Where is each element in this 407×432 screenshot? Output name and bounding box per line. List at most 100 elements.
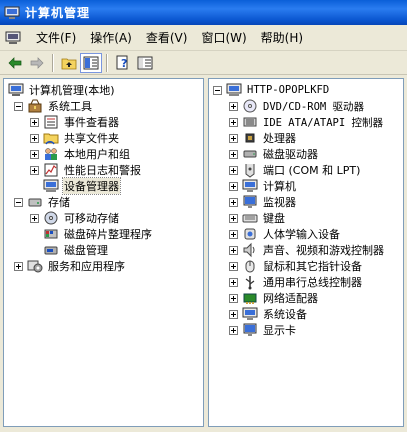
device-category-usb[interactable]: 通用串行总线控制器 [229,274,363,290]
device-category-keyboards[interactable]: 键盘 [229,210,286,226]
device-label: 监视器 [263,196,296,209]
device-label: 系统设备 [263,308,307,321]
disk-drive-icon [243,150,257,158]
device-category-monitors[interactable]: 监视器 [229,194,297,210]
menu-view[interactable]: 查看(V) [139,28,195,48]
keyboard-icon [242,214,258,223]
collapse-toggle[interactable] [14,197,23,207]
expand-toggle[interactable] [229,181,238,191]
device-root[interactable]: HTTP-OPOPLKFD [213,82,330,98]
expand-toggle[interactable] [14,261,23,271]
collapse-toggle[interactable] [213,85,222,95]
help-button[interactable]: ? [112,53,134,73]
expand-toggle[interactable] [229,197,238,207]
show-hide-tree-button[interactable] [80,52,102,73]
menu-action[interactable]: 操作(A) [83,28,139,48]
sound-icon [243,242,255,258]
expand-toggle[interactable] [229,293,238,303]
tree-item-shared-folders[interactable]: 共享文件夹 [30,130,120,146]
expand-toggle[interactable] [30,149,39,159]
expand-toggle[interactable] [30,165,39,175]
expand-toggle[interactable] [229,149,238,159]
tree-item-root[interactable]: 计算机管理(本地) [8,82,116,98]
mdi-window-icon[interactable] [5,30,21,46]
expand-toggle[interactable] [229,245,238,255]
device-category-dvd[interactable]: DVD/CD-ROM 驱动器 [229,98,365,114]
device-category-ide[interactable]: IDE ATA/ATAPI 控制器 [229,114,384,130]
tree-label: 磁盘碎片整理程序 [64,228,152,241]
device-category-processor[interactable]: 处理器 [229,130,297,146]
expand-toggle[interactable] [30,213,39,223]
tree-item-event-viewer[interactable]: 事件查看器 [30,114,120,130]
device-manager-icon [43,179,59,192]
tree-label: 共享文件夹 [64,132,119,145]
title-bar[interactable]: 计算机管理 [0,0,407,25]
back-button[interactable] [4,53,26,73]
menu-file[interactable]: 文件(F) [29,28,83,48]
device-label: 通用串行总线控制器 [263,276,362,289]
expand-toggle[interactable] [229,309,238,319]
users-group-icon [45,148,57,160]
monitor-icon [243,195,257,208]
expand-toggle[interactable] [229,133,238,143]
device-category-sound[interactable]: 声音、视频和游戏控制器 [229,242,385,258]
expand-toggle[interactable] [30,117,39,127]
tree-item-device-manager[interactable]: 设备管理器 [43,177,121,195]
tree-label: 设备管理器 [62,177,121,195]
network-adapter-icon [243,293,257,304]
expand-toggle[interactable] [229,117,238,127]
toolbar-separator [106,53,108,72]
forward-button[interactable] [26,53,48,73]
expand-toggle[interactable] [229,165,238,175]
computer-management-icon [4,6,20,19]
device-label: IDE ATA/ATAPI 控制器 [263,116,384,129]
device-label: DVD/CD-ROM 驱动器 [263,100,365,113]
expand-toggle[interactable] [229,325,238,335]
menu-bar: 文件(F) 操作(A) 查看(V) 窗口(W) 帮助(H) [0,25,407,51]
tree-item-local-users[interactable]: 本地用户和组 [30,146,131,162]
usb-icon [245,276,255,290]
tree-label: 计算机管理(本地) [29,84,115,97]
device-category-system-devices[interactable]: 系统设备 [229,306,308,322]
device-category-network[interactable]: 网络适配器 [229,290,319,306]
performance-logs-icon [44,163,58,177]
console-tree-pane[interactable]: 计算机管理(本地) 系统工具 事件查看器 共享文件夹 本地用户和组 性能日志和警… [3,78,204,427]
device-category-display[interactable]: 显示卡 [229,322,297,338]
expand-toggle[interactable] [229,277,238,287]
device-category-mice[interactable]: 鼠标和其它指针设备 [229,258,363,274]
tree-label: 磁盘管理 [64,244,108,257]
expand-toggle[interactable] [229,213,238,223]
port-icon [245,164,255,178]
tree-item-performance-logs[interactable]: 性能日志和警报 [30,162,142,178]
tree-item-disk-defragmenter[interactable]: 磁盘碎片整理程序 [43,226,153,242]
tree-label: 存储 [48,196,70,209]
expand-toggle[interactable] [30,133,39,143]
expand-toggle[interactable] [229,101,238,111]
expand-toggle[interactable] [229,229,238,239]
tree-item-storage[interactable]: 存储 [14,194,71,210]
toolbar-separator [52,53,54,72]
properties-button[interactable] [134,53,156,73]
device-root-label: HTTP-OPOPLKFD [247,84,330,96]
tree-item-disk-management[interactable]: 磁盘管理 [43,242,109,258]
up-folder-icon [61,58,77,69]
tree-item-system-tools[interactable]: 系统工具 [14,98,93,114]
processor-icon [245,133,255,143]
device-category-computer[interactable]: 计算机 [229,178,297,194]
up-one-level-button[interactable] [58,53,80,73]
collapse-toggle[interactable] [14,101,23,111]
menu-help[interactable]: 帮助(H) [254,28,310,48]
device-tree-pane[interactable]: HTTP-OPOPLKFD DVD/CD-ROM 驱动器 IDE ATA/ATA… [208,78,404,427]
menu-window[interactable]: 窗口(W) [194,28,253,48]
tree-item-services-apps[interactable]: 服务和应用程序 [14,258,126,274]
device-category-disk-drives[interactable]: 磁盘驱动器 [229,146,319,162]
computer-icon [242,179,258,192]
tree-label: 事件查看器 [64,116,119,129]
properties-icon [137,56,153,69]
removable-storage-icon [44,211,58,225]
tree-item-removable-storage[interactable]: 可移动存储 [30,210,120,226]
shared-folder-icon [43,133,59,145]
device-category-ports[interactable]: 端口 (COM 和 LPT) [229,162,361,178]
expand-toggle[interactable] [229,261,238,271]
device-category-hid[interactable]: 人体学输入设备 [229,226,341,242]
